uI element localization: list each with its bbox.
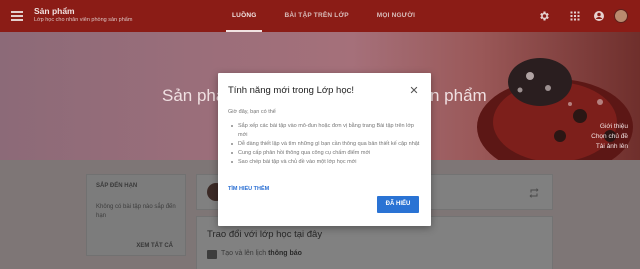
app-bar: Sản phẩm Lớp học cho nhân viên phòng sản… [0, 0, 640, 32]
upcoming-title: SẮP ĐẾN HẠN [96, 183, 138, 189]
dialog-title: Tính năng mới trong Lớp học! [228, 85, 355, 96]
class-subtitle: Lớp học cho nhân viên phòng sản phẩm [34, 17, 133, 23]
select-theme-link[interactable]: Chọn chủ đề [591, 132, 628, 142]
dialog-intro: Giờ đây, bạn có thể [228, 109, 276, 115]
feature-list: Sắp xếp các bài tập vào mô-đun hoặc đơn … [230, 122, 422, 167]
tab-people[interactable]: MỌI NGƯỜI [363, 0, 429, 32]
feature-item: Sao chép bài tập và chủ đề vào một lớp h… [230, 158, 422, 167]
banner-links: Giới thiệu Chọn chủ đề Tải ảnh lên [591, 122, 628, 152]
stream-title: Trao đổi với lớp học tại đây [207, 229, 323, 240]
class-title[interactable]: Sản phẩm [34, 6, 75, 16]
avatar[interactable] [614, 9, 628, 23]
close-icon[interactable] [409, 85, 419, 95]
stream-hint-text: Tạo và lên lịch [221, 250, 269, 257]
menu-icon[interactable] [11, 11, 23, 21]
whats-new-dialog: Tính năng mới trong Lớp học! Giờ đây, bạ… [218, 73, 431, 226]
stream-hint: Tạo và lên lịch thông báo [221, 250, 302, 257]
account-icon[interactable] [593, 10, 605, 22]
announcement-icon [207, 250, 217, 259]
tab-classwork[interactable]: BÀI TẬP TRÊN LỚP [270, 0, 362, 32]
got-it-button[interactable]: ĐÃ HIỂU [377, 196, 419, 213]
feature-item: Dễ dàng thiết lập và tìm những gì bạn cầ… [230, 140, 422, 149]
tab-stream[interactable]: LUỒNG [218, 0, 270, 32]
about-link[interactable]: Giới thiệu [591, 122, 628, 132]
apps-icon[interactable] [569, 10, 581, 22]
view-all-button[interactable]: XEM TẤT CẢ [136, 243, 173, 249]
learn-more-link[interactable]: TÌM HIỂU THÊM [228, 186, 269, 192]
upcoming-card: SẮP ĐẾN HẠN Không có bài tập nào sắp đến… [86, 174, 186, 256]
announcement-keyword: thông báo [268, 250, 302, 257]
gear-icon[interactable] [538, 10, 550, 22]
banner-title-continued: n phẩm [430, 86, 487, 105]
banner-title: Sản phẩ [162, 86, 226, 105]
feature-item: Cung cấp phản hồi thông qua công cụ chấm… [230, 149, 422, 158]
tab-bar: LUỒNG BÀI TẬP TRÊN LỚP MỌI NGƯỜI [218, 0, 429, 32]
repost-icon[interactable] [528, 187, 540, 199]
feature-item: Sắp xếp các bài tập vào mô-đun hoặc đơn … [230, 122, 422, 139]
upload-photo-link[interactable]: Tải ảnh lên [591, 142, 628, 152]
upcoming-empty-text: Không có bài tập nào sắp đến hạn [96, 204, 176, 219]
